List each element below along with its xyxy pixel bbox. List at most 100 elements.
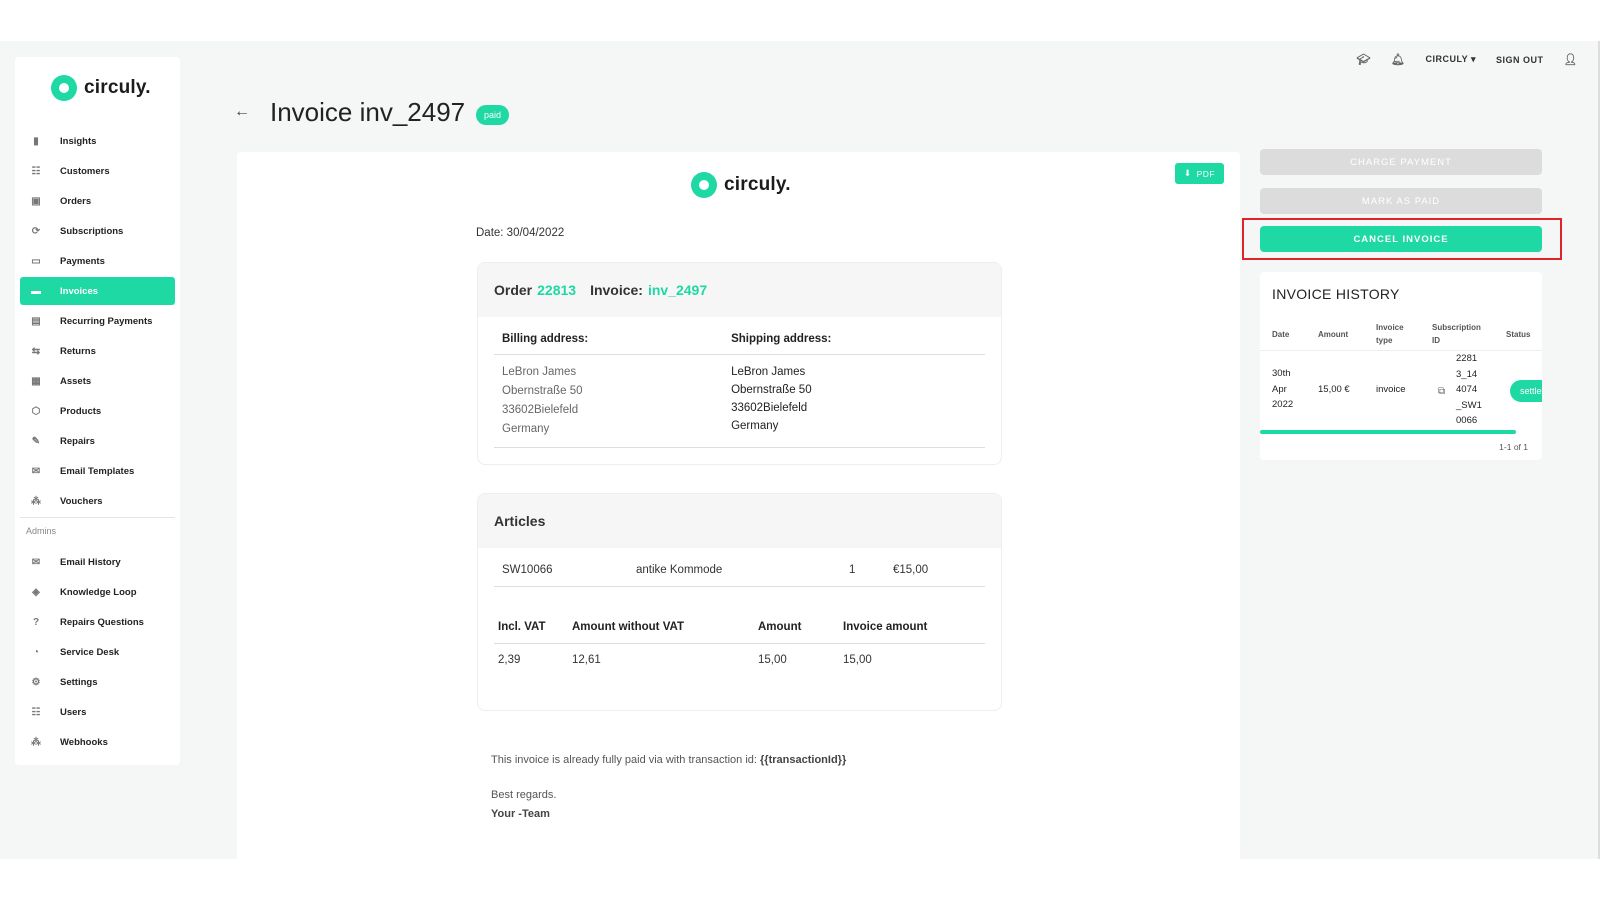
shipping-line: LeBron James <box>731 366 806 378</box>
history-col-subscription-id: Subscription ID <box>1432 323 1481 345</box>
divider <box>494 586 985 587</box>
sidebar-item-users[interactable]: ☷ Users <box>20 698 175 726</box>
sidebar-item-label: Payments <box>60 255 105 267</box>
sidebar-item-label: Insights <box>60 135 97 147</box>
returns-icon: ⇆ <box>31 345 41 357</box>
team-signature: Your -Team <box>491 808 550 820</box>
wrench-icon: ✎ <box>31 435 41 447</box>
sidebar-logo[interactable]: circuly. <box>51 75 151 101</box>
billing-line: Germany <box>502 423 550 435</box>
back-arrow-icon[interactable]: ← <box>234 103 250 121</box>
billing-address-heading: Billing address: <box>494 333 724 355</box>
sidebar-item-label: Returns <box>60 345 96 357</box>
vat-col-header: Amount <box>758 621 802 633</box>
vat-col-header: Amount without VAT <box>572 621 684 633</box>
sidebar-item-assets[interactable]: ▦ Assets <box>20 367 175 395</box>
horizontal-scrollbar[interactable] <box>1260 430 1516 434</box>
sidebar-item-knowledge-loop[interactable]: ◈ Knowledge Loop <box>20 578 175 606</box>
invoice-number: inv_2497 <box>647 282 708 298</box>
assets-icon: ▦ <box>31 375 41 387</box>
billing-line: Obernstraße 50 <box>502 385 583 397</box>
articles-heading: Articles <box>478 494 1001 548</box>
article-price: €15,00 <box>893 564 929 576</box>
pagination-info: 1-1 of 1 <box>1499 442 1528 452</box>
page-title: Invoice inv_2497 <box>270 97 466 127</box>
sidebar-item-payments[interactable]: ▭ Payments <box>20 247 175 275</box>
shipping-line: Obernstraße 50 <box>731 384 812 396</box>
sidebar-item-service-desk[interactable]: ◔ Service Desk <box>20 638 175 666</box>
sidebar-item-label: Webhooks <box>60 736 108 748</box>
divider <box>1260 350 1542 351</box>
bell-icon[interactable]: 🔔︎ <box>1391 53 1405 66</box>
chevron-down-icon: ▾ <box>1470 54 1477 64</box>
sidebar-item-label: Email History <box>60 556 121 568</box>
order-number-link[interactable]: 22813 <box>537 282 576 298</box>
sidebar-item-recurring-payments[interactable]: ▤ Recurring Payments <box>20 307 175 335</box>
invoice-date: Date: 30/04/2022 <box>476 227 565 239</box>
sidebar-item-webhooks[interactable]: ⁂ Webhooks <box>20 728 175 756</box>
settled-status-chip: settled <box>1510 380 1542 402</box>
articles-card: Articles SW10066 antike Kommode 1 €15,00… <box>477 493 1002 711</box>
sidebar-item-orders[interactable]: ▣ Orders <box>20 187 175 215</box>
vat-table-header: Incl. VAT Amount without VAT Amount Invo… <box>494 621 985 644</box>
sidebar-item-label: Products <box>60 405 102 417</box>
sign-out-button[interactable]: SIGN OUT <box>1496 55 1544 65</box>
sidebar-item-products[interactable]: ⬡ Products <box>20 397 175 425</box>
sidebar-item-label: Settings <box>60 676 98 688</box>
history-col-amount: Amount <box>1318 330 1349 339</box>
sidebar-item-label: Email Templates <box>60 465 135 477</box>
sidebar-item-email-templates[interactable]: ✉ Email Templates <box>20 457 175 485</box>
sidebar-item-returns[interactable]: ⇆ Returns <box>20 337 175 365</box>
transaction-id: {{transactionId}} <box>760 754 847 766</box>
org-name: CIRCULY <box>1425 54 1468 64</box>
sidebar-item-insights[interactable]: ▮ Insights <box>20 127 175 155</box>
billing-address: LeBron James Obernstraße 50 33602Bielefe… <box>494 355 724 448</box>
sidebar-nav: ▮ Insights ☷ Customers ▣ Orders ⟳ Subscriptions… <box>20 127 175 758</box>
chart-icon: ▮ <box>33 135 39 147</box>
history-col-date: Date <box>1272 330 1290 339</box>
mark-as-paid-button[interactable]: MARK AS PAID <box>1260 188 1542 214</box>
pdf-download-button[interactable]: ⬇ PDF <box>1175 163 1225 184</box>
vat-cell: 15,00 <box>758 654 787 666</box>
history-col-status: Status <box>1506 330 1531 339</box>
logo-text: circuly. <box>724 174 791 195</box>
sidebar: circuly. ▮ Insights ☷ Customers ▣ Orders ⟳ Subs… <box>15 57 180 765</box>
sidebar-item-customers[interactable]: ☷ Customers <box>20 157 175 185</box>
sidebar-item-email-history[interactable]: ✉ Email History <box>20 548 175 576</box>
sidebar-item-repairs-questions[interactable]: ? Repairs Questions <box>20 608 175 636</box>
org-switcher[interactable]: CIRCULY ▾ <box>1425 54 1476 65</box>
user-icon[interactable]: 👤︎ <box>1564 53 1578 66</box>
payment-note-text: This invoice is already fully paid via w… <box>491 754 757 766</box>
divider <box>20 517 175 518</box>
subscriptions-icon: ⟳ <box>31 225 41 237</box>
sidebar-item-vouchers[interactable]: ⁂ Vouchers <box>20 487 175 515</box>
graduation-icon: ◈ <box>32 586 40 598</box>
copy-icon[interactable]: ⧉ <box>1438 384 1445 400</box>
sidebar-item-label: Knowledge Loop <box>60 586 137 598</box>
products-icon: ⬡ <box>31 405 41 417</box>
highlight-box <box>1242 218 1562 260</box>
document-logo: circuly. <box>691 172 791 198</box>
history-cell-subscription-id: 2281 3_14 4074 _SW1 0066 <box>1456 353 1482 426</box>
logo-mark-icon <box>691 172 717 198</box>
sidebar-item-label: Invoices <box>60 285 99 297</box>
shipping-address: LeBron James Obernstraße 50 33602Bielefe… <box>723 355 985 448</box>
sidebar-item-subscriptions[interactable]: ⟳ Subscriptions <box>20 217 175 245</box>
sidebar-item-repairs[interactable]: ✎ Repairs <box>20 427 175 455</box>
graduation-cap-icon[interactable]: 🎓︎ <box>1357 53 1371 66</box>
vat-cell: 15,00 <box>843 654 872 666</box>
sidebar-item-invoices[interactable]: ▬ Invoices <box>20 277 175 305</box>
invoice-history-panel: INVOICE HISTORY Date Amount Invoice type… <box>1260 272 1542 460</box>
app-background: circuly. ▮ Insights ☷ Customers ▣ Orders ⟳ Subs… <box>0 41 1600 859</box>
sidebar-item-label: Users <box>60 706 87 718</box>
sidebar-item-settings[interactable]: ⚙ Settings <box>20 668 175 696</box>
regards-text: Best regards. <box>491 789 557 801</box>
sidebar-section-admins: Admins <box>26 526 57 536</box>
sidebar-item-label: Repairs <box>60 435 95 447</box>
invoice-document: ⬇ PDF circuly. Date: 30/04/2022 Order 22… <box>237 152 1240 859</box>
shipping-line: Germany <box>731 420 779 432</box>
topbar: 🎓︎ 🔔︎ CIRCULY ▾ SIGN OUT 👤︎ <box>1357 53 1578 66</box>
billing-line: 33602Bielefeld <box>502 404 579 416</box>
article-row: SW10066 antike Kommode 1 €15,00 <box>494 548 985 586</box>
charge-payment-button[interactable]: CHARGE PAYMENT <box>1260 149 1542 175</box>
